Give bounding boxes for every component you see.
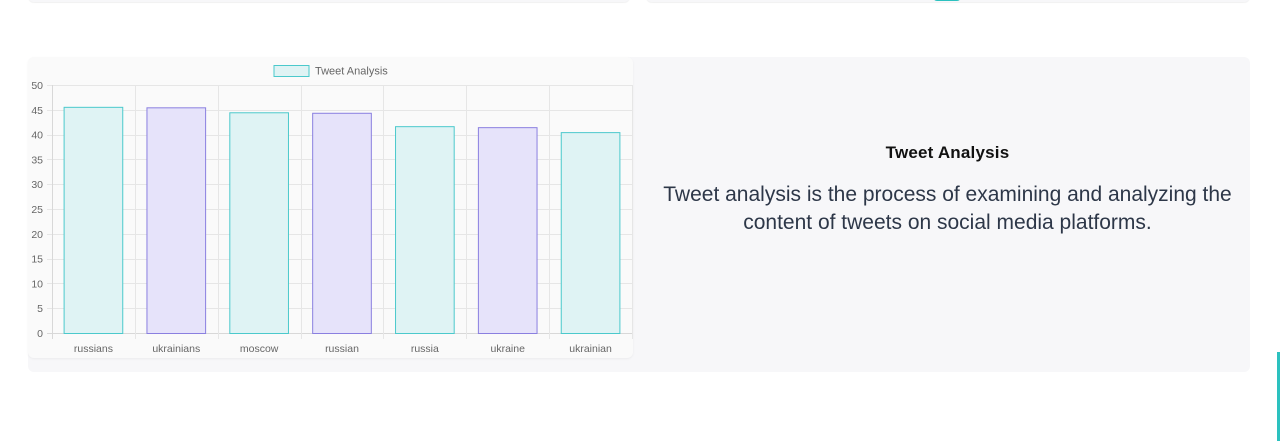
bar-chart: 0 5 10 15 20 25 30 35 40 45 50 russians ukrainians m…: [31, 65, 633, 355]
x-tick-label: russians: [74, 343, 113, 355]
info-section: Tweet Analysis Tweet analysis is the pro…: [645, 57, 1250, 372]
info-title: Tweet Analysis: [885, 143, 1010, 162]
y-tick-label: 5: [37, 303, 43, 315]
legend-swatch: [273, 65, 310, 77]
chart-legend[interactable]: Tweet Analysis: [273, 65, 388, 78]
legend-label: Tweet Analysis: [315, 66, 388, 78]
x-tick-label: moscow: [240, 343, 279, 355]
y-tick-label: 20: [31, 229, 43, 241]
y-tick-label: 40: [31, 130, 43, 142]
x-tick-label: russia: [411, 343, 439, 355]
y-tick-label: 45: [31, 105, 43, 117]
top-accent-bar: [933, 0, 961, 1]
bar-russia[interactable]: [395, 126, 455, 334]
y-tick-label: 10: [31, 278, 43, 290]
y-tick-label: 15: [31, 254, 43, 266]
x-axis-ticks: russians ukrainians moscow russian russia ukr…: [74, 343, 612, 355]
top-card-left: [28, 0, 630, 2]
y-tick-label: 25: [31, 204, 43, 216]
y-tick-label: 30: [31, 179, 43, 191]
x-tick-label: ukrainians: [152, 343, 200, 355]
y-tick-label: 35: [31, 154, 43, 166]
x-tick-label: ukraine: [490, 343, 525, 355]
bar-ukraine[interactable]: [477, 127, 538, 334]
y-tick-label: 0: [37, 328, 43, 340]
bar-ukrainian[interactable]: [560, 132, 621, 335]
bar-russian[interactable]: [312, 112, 372, 334]
x-tick-label: russian: [325, 343, 359, 355]
y-tick-label: 50: [31, 80, 43, 92]
bar-ukrainians[interactable]: [146, 107, 207, 334]
bar-moscow[interactable]: [229, 112, 289, 334]
bar-russians[interactable]: [63, 106, 124, 334]
chart-bars: [63, 106, 621, 335]
y-axis-ticks: 0 5 10 15 20 25 30 35 40 45 50: [31, 80, 43, 340]
info-description: Tweet analysis is the process of examini…: [663, 183, 1232, 234]
x-tick-label: ukrainian: [569, 343, 612, 355]
